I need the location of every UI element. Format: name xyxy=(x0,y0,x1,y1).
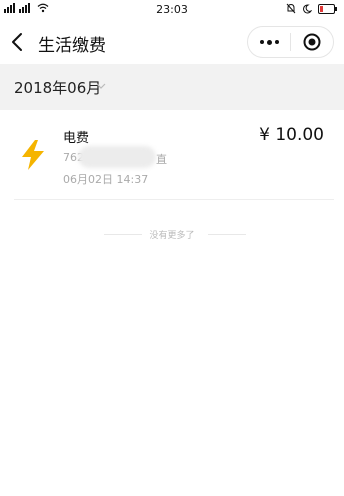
status-bar: 23:03 xyxy=(0,0,344,20)
month-filter-bar[interactable]: 2018年06月 xyxy=(0,64,344,110)
lightning-icon xyxy=(22,140,44,170)
target-close-icon xyxy=(303,33,321,51)
record-name: 电费 xyxy=(63,131,90,146)
more-button[interactable] xyxy=(248,27,290,57)
close-button[interactable] xyxy=(291,27,333,57)
record-account-suffix: 直 xyxy=(156,153,167,166)
month-selector[interactable]: 2018年06月 xyxy=(14,77,101,98)
status-right-icons xyxy=(286,3,338,14)
chevron-down-icon[interactable] xyxy=(95,80,107,92)
mini-program-capsule xyxy=(247,26,334,58)
redacted-account-blur xyxy=(78,146,156,168)
payment-record[interactable]: 电费 ¥ 10.00 762 直 06月02日 14:37 xyxy=(0,110,344,200)
navigation-bar: 生活缴费 xyxy=(0,20,344,64)
battery-icon xyxy=(318,3,337,14)
chevron-left-icon[interactable] xyxy=(8,32,28,52)
record-amount: ¥ 10.00 xyxy=(259,125,324,145)
mute-bell-icon xyxy=(286,3,296,14)
page-title: 生活缴费 xyxy=(38,36,106,56)
no-more-indicator: 没有更多了 xyxy=(0,228,344,242)
no-more-line-right xyxy=(208,234,246,235)
record-time: 06月02日 14:37 xyxy=(63,173,149,186)
record-divider xyxy=(14,199,334,200)
moon-icon xyxy=(303,3,312,13)
more-dots-icon xyxy=(259,40,264,44)
no-more-text: 没有更多了 xyxy=(149,231,195,241)
